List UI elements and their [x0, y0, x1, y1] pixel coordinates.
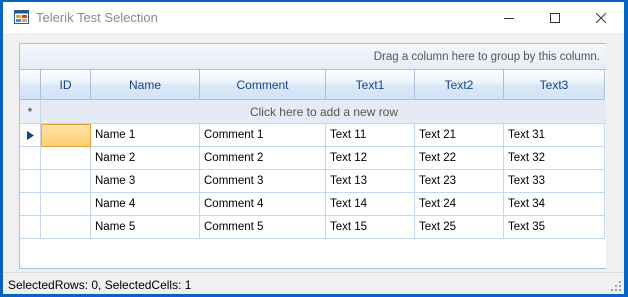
cell-text2[interactable]: Text 21 — [415, 124, 504, 147]
row-indicator[interactable] — [20, 147, 41, 170]
cell-text1[interactable]: Text 13 — [326, 170, 415, 193]
column-header-comment[interactable]: Comment — [200, 70, 326, 100]
cell-name[interactable]: Name 4 — [91, 193, 200, 216]
add-new-row[interactable]: Click here to add a new row — [41, 100, 606, 124]
cell-text1[interactable]: Text 11 — [326, 124, 415, 147]
column-header-text2[interactable]: Text2 — [415, 70, 504, 100]
column-header-id[interactable]: ID — [41, 70, 91, 100]
cell-comment[interactable]: Comment 1 — [200, 124, 326, 147]
group-panel[interactable]: Drag a column here to group by this colu… — [20, 44, 606, 70]
minimize-button[interactable] — [486, 2, 532, 33]
cell-text2[interactable]: Text 23 — [415, 170, 504, 193]
close-button[interactable] — [578, 2, 624, 33]
cell-id[interactable] — [41, 170, 91, 193]
row-indicator[interactable] — [20, 193, 41, 216]
cell-id[interactable] — [41, 147, 91, 170]
minimize-icon — [504, 17, 514, 19]
cell-text2[interactable]: Text 25 — [415, 216, 504, 239]
maximize-icon — [550, 12, 560, 23]
cell-text3[interactable]: Text 32 — [504, 147, 605, 170]
cell-name[interactable]: Name 3 — [91, 170, 200, 193]
cell-comment[interactable]: Comment 2 — [200, 147, 326, 170]
app-form-icon — [14, 10, 29, 24]
selection-status: SelectedRows: 0, SelectedCells: 1 — [8, 278, 192, 292]
maximize-button[interactable] — [532, 2, 578, 33]
cell-id[interactable] — [41, 216, 91, 239]
row-indicator[interactable] — [20, 216, 41, 239]
cell-text3[interactable]: Text 34 — [504, 193, 605, 216]
cell-text2[interactable]: Text 24 — [415, 193, 504, 216]
cell-text1[interactable]: Text 15 — [326, 216, 415, 239]
cell-text3[interactable]: Text 35 — [504, 216, 605, 239]
status-bar: SelectedRows: 0, SelectedCells: 1 — [3, 272, 624, 294]
cell-comment[interactable]: Comment 4 — [200, 193, 326, 216]
close-icon — [596, 12, 606, 23]
resize-grip-icon[interactable] — [611, 281, 621, 291]
new-row-indicator: * — [20, 100, 41, 124]
cell-name[interactable]: Name 1 — [91, 124, 200, 147]
column-header-name[interactable]: Name — [91, 70, 200, 100]
cell-text3[interactable]: Text 33 — [504, 170, 605, 193]
cell-name[interactable]: Name 5 — [91, 216, 200, 239]
cell-comment[interactable]: Comment 5 — [200, 216, 326, 239]
cell-text1[interactable]: Text 14 — [326, 193, 415, 216]
group-panel-hint: Drag a column here to group by this colu… — [373, 51, 600, 63]
row-indicator[interactable] — [20, 170, 41, 193]
window-title: Telerik Test Selection — [36, 10, 158, 25]
cell-text1[interactable]: Text 12 — [326, 147, 415, 170]
header-row-indicator — [20, 70, 41, 100]
app-window: Telerik Test Selection Drag a column her… — [3, 2, 624, 294]
column-header-text1[interactable]: Text1 — [326, 70, 415, 100]
column-header-text3[interactable]: Text3 — [504, 70, 605, 100]
title-bar[interactable]: Telerik Test Selection — [3, 2, 624, 33]
cell-text2[interactable]: Text 22 — [415, 147, 504, 170]
cell-name[interactable]: Name 2 — [91, 147, 200, 170]
cell-text3[interactable]: Text 31 — [504, 124, 605, 147]
current-row-arrow-icon — [26, 130, 34, 140]
row-indicator[interactable] — [20, 124, 41, 147]
data-grid[interactable]: Drag a column here to group by this colu… — [19, 43, 606, 269]
cell-id[interactable] — [41, 193, 91, 216]
cell-id-current[interactable] — [41, 124, 91, 147]
cell-comment[interactable]: Comment 3 — [200, 170, 326, 193]
